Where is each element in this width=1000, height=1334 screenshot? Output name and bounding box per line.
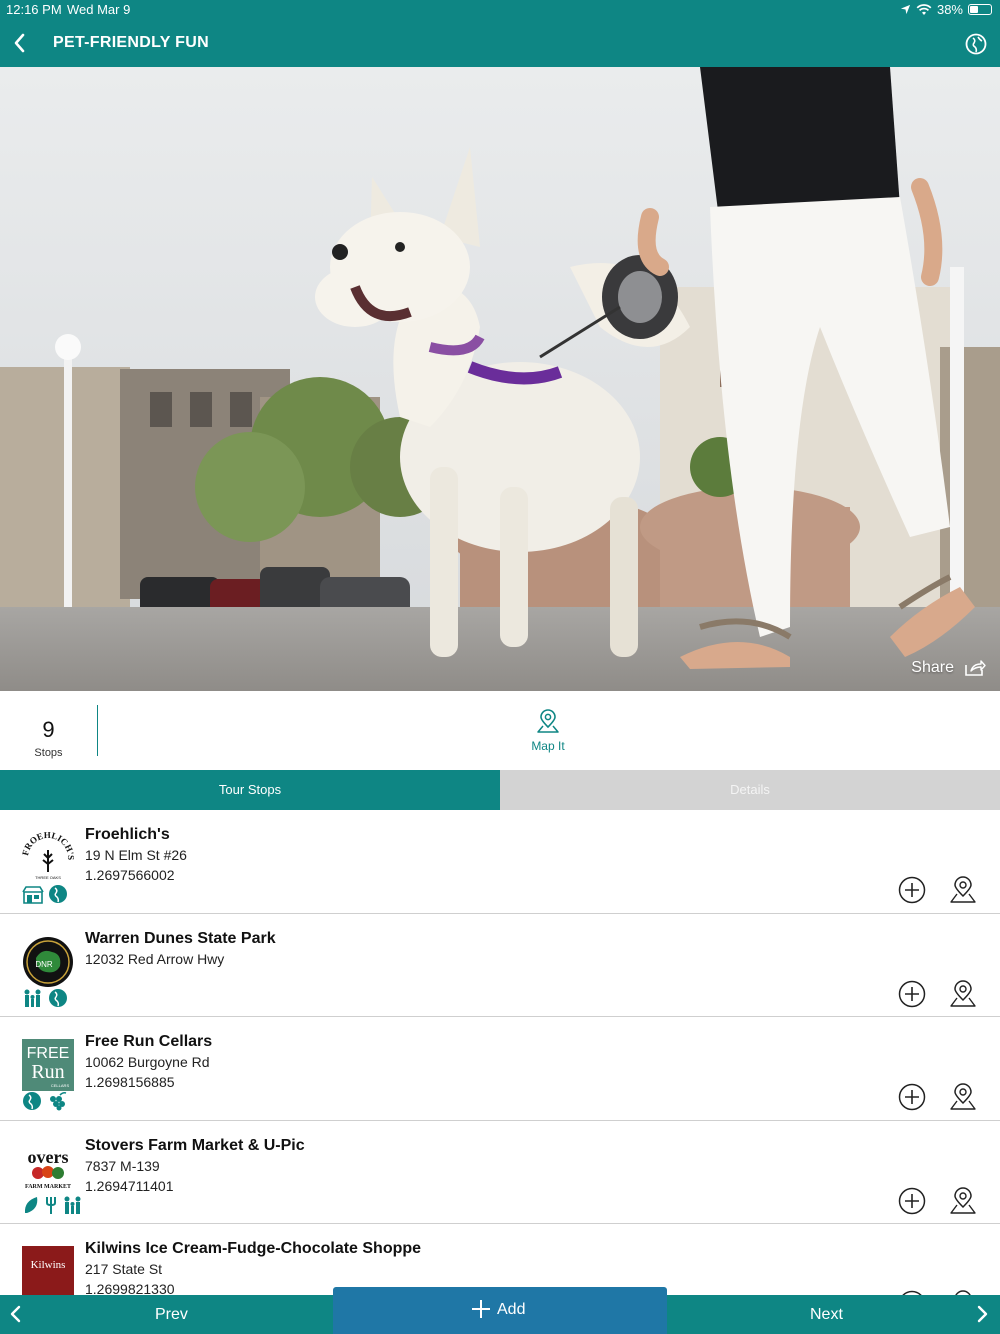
plus-icon (472, 1300, 490, 1318)
stop-address: 7837 M-139 (85, 1157, 160, 1174)
svg-text:DNR: DNR (35, 960, 53, 969)
svg-text:Kilwins: Kilwins (31, 1259, 66, 1271)
add-circle-icon[interactable] (898, 980, 926, 1008)
globe-icon[interactable] (964, 32, 988, 56)
wifi-icon (916, 3, 932, 15)
list-item[interactable]: FROEHLICH'S THREE OAKS Froehlich's 19 N … (0, 810, 1000, 914)
svg-text:Run: Run (31, 1061, 64, 1083)
tab-bar: Tour Stops Details (0, 770, 1000, 810)
leaf-icon (24, 1196, 38, 1213)
family-icon (64, 1196, 81, 1214)
list-item[interactable]: FREE Run CELLARS Free Run Cellars 10062 … (0, 1017, 1000, 1121)
svg-text:overs: overs (28, 1147, 69, 1167)
category-icons (22, 1195, 84, 1215)
next-label: Next (810, 1306, 843, 1323)
stop-name: Kilwins Ice Cream-Fudge-Chocolate Shoppe (85, 1240, 422, 1257)
add-circle-icon[interactable] (898, 1083, 926, 1111)
stop-address: 10062 Burgoyne Rd (85, 1054, 210, 1070)
hero-photo: Share (0, 67, 1000, 691)
stop-phone[interactable]: 1.2697566002 (85, 867, 175, 883)
category-icons (22, 1091, 68, 1111)
svg-text:CELLARS: CELLARS (51, 1083, 70, 1088)
stop-address: 217 State St (85, 1261, 163, 1277)
stops-list: FROEHLICH'S THREE OAKS Froehlich's 19 N … (0, 810, 1000, 1295)
stops-label: Stops (34, 747, 63, 759)
stop-address: 19 N Elm St #26 (85, 847, 187, 863)
froehlichs-logo: FROEHLICH'S THREE OAKS (22, 832, 74, 882)
tab-tour-stops[interactable]: Tour Stops (0, 770, 500, 810)
map-it-button[interactable]: Map It (508, 709, 588, 753)
stops-count: 9 Stops (0, 691, 97, 770)
status-date: Wed Mar 9 (67, 2, 131, 17)
status-indicators: 38% (900, 2, 992, 17)
chevron-left-icon (10, 1305, 21, 1323)
list-item[interactable]: DNR Warren Dunes State Park 12032 Red Ar… (0, 914, 1000, 1017)
battery-percent: 38% (936, 2, 963, 17)
map-pin-icon[interactable] (948, 979, 978, 1009)
status-bar: 12:16 PM Wed Mar 9 38% (0, 0, 1000, 20)
map-it-label: Map It (531, 739, 565, 753)
category-icons (22, 988, 68, 1008)
prev-button[interactable]: Prev (0, 1295, 333, 1334)
stop-name: Stovers Farm Market & U-Pic (85, 1136, 305, 1154)
list-item[interactable]: Kilwins Kilwins Ice Cream-Fudge-Chocolat… (0, 1224, 1000, 1295)
svg-text:FARM MARKET: FARM MARKET (25, 1184, 71, 1190)
svg-text:THREE OAKS: THREE OAKS (35, 875, 61, 880)
stops-number: 9 (42, 717, 55, 742)
grapes-icon (50, 1091, 67, 1111)
chevron-right-icon (977, 1305, 988, 1323)
share-label: Share (911, 659, 954, 676)
map-pin-icon[interactable] (948, 1082, 978, 1112)
category-icons (22, 884, 68, 904)
stop-name: Froehlich's (85, 826, 170, 843)
dnr-logo: DNR (23, 936, 73, 987)
add-button[interactable]: Add (333, 1287, 667, 1334)
status-time: 12:16 PM (6, 2, 62, 17)
share-button[interactable]: Share (911, 659, 986, 677)
share-icon (965, 660, 986, 676)
shop-icon (22, 886, 44, 904)
kilwins-logo: Kilwins (22, 1246, 74, 1295)
back-chevron-icon[interactable] (8, 30, 32, 56)
map-pin-icon[interactable] (948, 1186, 978, 1216)
next-button[interactable]: Next (667, 1295, 1000, 1334)
nav-bar: PET-FRIENDLY FUN (0, 20, 1000, 67)
family-icon (24, 989, 41, 1007)
battery-icon (968, 4, 992, 15)
stop-address: 12032 Red Arrow Hwy (85, 950, 225, 967)
stop-name: Free Run Cellars (85, 1033, 213, 1050)
tab-details[interactable]: Details (500, 770, 1000, 810)
summary-divider (97, 705, 98, 756)
fork-icon (46, 1196, 56, 1214)
location-arrow-icon (900, 4, 911, 15)
globe-icon (23, 1092, 41, 1110)
stovers-logo: overs FARM MARKET (22, 1142, 74, 1195)
tour-summary: 9 Stops Map It (0, 691, 1000, 770)
page-title: PET-FRIENDLY FUN (53, 34, 209, 51)
add-circle-icon[interactable] (898, 876, 926, 904)
list-item[interactable]: overs FARM MARKET Stovers Farm Market & … (0, 1121, 1000, 1224)
globe-icon (49, 885, 67, 903)
free-run-cellars-logo: FREE Run CELLARS (22, 1039, 74, 1091)
map-pin-icon[interactable] (948, 875, 978, 905)
svg-text:FREE: FREE (27, 1045, 70, 1062)
prev-label: Prev (155, 1306, 188, 1323)
stop-name: Warren Dunes State Park (85, 929, 276, 947)
add-circle-icon[interactable] (898, 1187, 926, 1215)
map-pin-icon (537, 709, 559, 733)
stop-phone[interactable]: 1.2698156885 (85, 1074, 175, 1090)
globe-icon (49, 988, 67, 1007)
stop-phone[interactable]: 1.2694711401 (85, 1178, 174, 1194)
add-label: Add (497, 1301, 526, 1318)
stop-phone[interactable]: 1.2699821330 (85, 1281, 175, 1295)
